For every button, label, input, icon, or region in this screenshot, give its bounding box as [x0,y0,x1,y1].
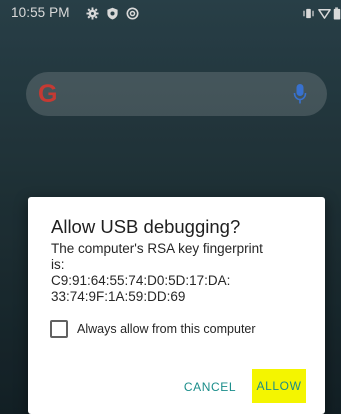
fingerprint-line: C9:91:64:55:74:D0:5D:17:DA: [51,273,231,288]
message-line: is: [51,257,65,272]
fingerprint-line: 33:74:9F:1A:59:DD:69 [51,289,186,304]
always-allow-checkbox[interactable] [50,320,68,338]
cancel-button[interactable]: CANCEL [182,380,238,394]
always-allow-row[interactable]: Always allow from this computer [50,320,315,338]
home-screen: 10:55 PM G Allow USB debugging? The comp… [0,0,341,414]
dialog-title: Allow USB debugging? [51,216,241,237]
usb-debugging-dialog: Allow USB debugging? The computer's RSA … [28,197,325,414]
allow-button[interactable]: ALLOW [252,369,306,403]
always-allow-label[interactable]: Always allow from this computer [77,322,256,337]
dialog-message: The computer's RSA key fingerprint is: C… [51,241,313,305]
message-line: The computer's RSA key fingerprint [51,241,263,256]
